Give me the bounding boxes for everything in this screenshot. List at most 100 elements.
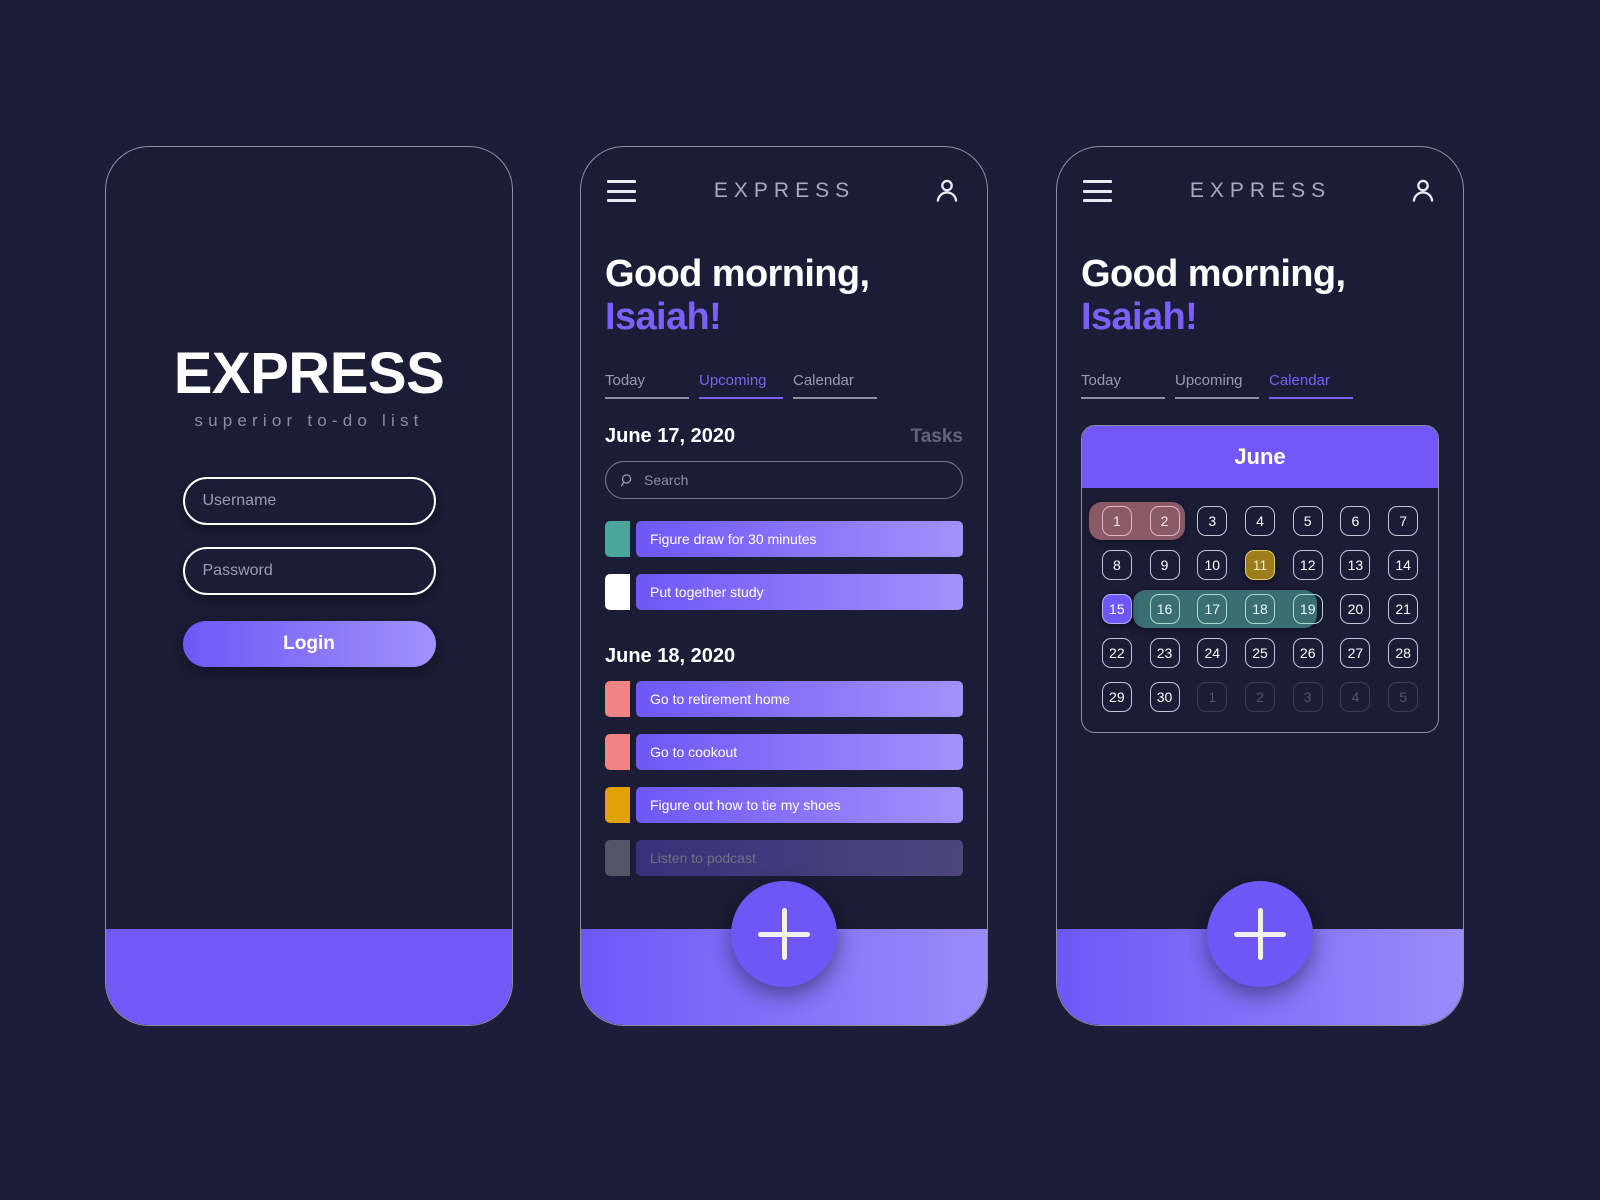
calendar-day-8[interactable]: 8 bbox=[1101, 550, 1132, 581]
tab-upcoming[interactable]: Upcoming bbox=[699, 372, 783, 400]
calendar-day-13[interactable]: 13 bbox=[1340, 550, 1371, 581]
calendar-day-27[interactable]: 27 bbox=[1340, 638, 1371, 669]
task-row[interactable]: Go to retirement home bbox=[605, 681, 963, 718]
greeting-line-1: Good morning, bbox=[1081, 253, 1346, 295]
task-color-tag bbox=[605, 787, 630, 824]
calendar-day-17[interactable]: 17 bbox=[1197, 594, 1228, 625]
upcoming-screen: EXPRESS Good morning, Isaiah! Today Upco… bbox=[581, 147, 987, 1025]
calendar-cell: 14 bbox=[1379, 550, 1427, 581]
calendar-day-1[interactable]: 1 bbox=[1197, 682, 1228, 713]
calendar-cell: 15 bbox=[1093, 594, 1141, 625]
search-box[interactable] bbox=[605, 461, 963, 500]
tab-upcoming[interactable]: Upcoming bbox=[1175, 372, 1259, 400]
calendar-day-6[interactable]: 6 bbox=[1340, 506, 1371, 537]
calendar-day-10[interactable]: 10 bbox=[1197, 550, 1228, 581]
calendar-day-15[interactable]: 15 bbox=[1101, 594, 1132, 625]
phone-upcoming-screen: EXPRESS Good morning, Isaiah! Today Upco… bbox=[580, 146, 988, 1026]
calendar-day-1[interactable]: 1 bbox=[1101, 506, 1132, 537]
calendar-day-2[interactable]: 2 bbox=[1149, 506, 1180, 537]
calendar-day-18[interactable]: 18 bbox=[1244, 594, 1275, 625]
calendar-card: June 1 2 3 4 5 6 7 8 9 10 11 12 13 14 15 16 17 18 19 20 21 22… bbox=[1081, 425, 1439, 734]
task-group-header: June 18, 2020 bbox=[605, 645, 963, 668]
calendar-day-5[interactable]: 5 bbox=[1388, 682, 1419, 713]
calendar-day-4[interactable]: 4 bbox=[1244, 506, 1275, 537]
calendar-cell: 12 bbox=[1284, 550, 1332, 581]
greeting-block: Good morning, Isaiah! bbox=[581, 253, 987, 338]
greeting-line-2: Isaiah! bbox=[1081, 295, 1198, 338]
calendar-day-9[interactable]: 9 bbox=[1149, 550, 1180, 581]
task-title: Figure out how to tie my shoes bbox=[636, 787, 963, 824]
calendar-day-12[interactable]: 12 bbox=[1292, 550, 1323, 581]
calendar-cell: 24 bbox=[1188, 638, 1236, 669]
task-color-tag bbox=[605, 840, 630, 877]
calendar-day-3[interactable]: 3 bbox=[1292, 682, 1323, 713]
calendar-day-24[interactable]: 24 bbox=[1197, 638, 1228, 669]
greeting-block: Good morning, Isaiah! bbox=[1057, 253, 1463, 338]
calendar-grid: 1 2 3 4 5 6 7 8 9 10 11 12 13 14 15 16 17 18 19 20 21 22 23 24 2… bbox=[1082, 488, 1438, 732]
calendar-day-25[interactable]: 25 bbox=[1244, 638, 1275, 669]
greeting-line-2: Isaiah! bbox=[605, 295, 722, 338]
plus-icon-vertical bbox=[1257, 908, 1263, 960]
calendar-day-26[interactable]: 26 bbox=[1292, 638, 1323, 669]
hamburger-icon[interactable] bbox=[1083, 180, 1112, 202]
calendar-day-5[interactable]: 5 bbox=[1292, 506, 1323, 537]
calendar-day-30[interactable]: 30 bbox=[1149, 682, 1180, 713]
calendar-day-19[interactable]: 19 bbox=[1292, 594, 1323, 625]
calendar-month-title: June bbox=[1082, 426, 1438, 489]
task-row[interactable]: Figure draw for 30 minutes bbox=[605, 521, 963, 558]
tab-today[interactable]: Today bbox=[605, 372, 689, 400]
add-task-fab[interactable] bbox=[731, 881, 837, 987]
greeting-line-1: Good morning, bbox=[605, 253, 870, 295]
calendar-cell: 23 bbox=[1141, 638, 1189, 669]
login-bottom-bar bbox=[106, 929, 512, 1025]
calendar-day-29[interactable]: 29 bbox=[1101, 682, 1132, 713]
login-form: EXPRESS superior to-do list Login bbox=[106, 147, 512, 929]
login-button[interactable]: Login bbox=[182, 621, 436, 667]
calendar-day-11[interactable]: 11 bbox=[1244, 550, 1275, 581]
calendar-day-22[interactable]: 22 bbox=[1101, 638, 1132, 669]
tab-calendar[interactable]: Calendar bbox=[793, 372, 877, 400]
phone-calendar-screen: EXPRESS Good morning, Isaiah! Today Upco… bbox=[1056, 146, 1464, 1026]
app-header: EXPRESS bbox=[581, 147, 987, 235]
calendar-day-16[interactable]: 16 bbox=[1149, 594, 1180, 625]
hamburger-icon[interactable] bbox=[607, 180, 636, 202]
person-icon[interactable] bbox=[1409, 177, 1437, 205]
calendar-cell: 3 bbox=[1284, 682, 1332, 713]
header-brand-title: EXPRESS bbox=[713, 179, 856, 202]
calendar-day-20[interactable]: 20 bbox=[1340, 594, 1371, 625]
calendar-day-4[interactable]: 4 bbox=[1340, 682, 1371, 713]
tab-calendar[interactable]: Calendar bbox=[1269, 372, 1353, 400]
username-input[interactable] bbox=[182, 477, 436, 525]
task-row[interactable]: Put together study bbox=[605, 574, 963, 611]
task-row[interactable]: Go to cookout bbox=[605, 734, 963, 771]
search-icon bbox=[620, 473, 632, 487]
calendar-cell: 10 bbox=[1188, 550, 1236, 581]
calendar-cell: 8 bbox=[1093, 550, 1141, 581]
calendar-day-2[interactable]: 2 bbox=[1244, 682, 1275, 713]
search-input[interactable] bbox=[644, 472, 948, 489]
calendar-cell: 2 bbox=[1141, 506, 1189, 537]
tab-today[interactable]: Today bbox=[1081, 372, 1165, 400]
calendar-day-14[interactable]: 14 bbox=[1388, 550, 1419, 581]
task-row[interactable]: Figure out how to tie my shoes bbox=[605, 787, 963, 824]
calendar-cell: 22 bbox=[1093, 638, 1141, 669]
add-task-fab[interactable] bbox=[1207, 881, 1313, 987]
calendar-cell: 4 bbox=[1236, 506, 1284, 537]
person-icon[interactable] bbox=[933, 177, 961, 205]
calendar-cell: 7 bbox=[1379, 506, 1427, 537]
calendar-screen: EXPRESS Good morning, Isaiah! Today Upco… bbox=[1057, 147, 1463, 1025]
calendar-day-3[interactable]: 3 bbox=[1197, 506, 1228, 537]
calendar-day-21[interactable]: 21 bbox=[1388, 594, 1419, 625]
calendar-day-7[interactable]: 7 bbox=[1388, 506, 1419, 537]
task-group-date: June 18, 2020 bbox=[605, 645, 736, 668]
password-input[interactable] bbox=[182, 547, 436, 595]
task-row[interactable]: Listen to podcast bbox=[605, 840, 963, 877]
task-title: Put together study bbox=[636, 574, 963, 611]
calendar-day-28[interactable]: 28 bbox=[1388, 638, 1419, 669]
header-brand-title: EXPRESS bbox=[1189, 179, 1332, 202]
calendar-cell: 17 bbox=[1188, 594, 1236, 625]
calendar-cell: 11 bbox=[1236, 550, 1284, 581]
calendar-day-23[interactable]: 23 bbox=[1149, 638, 1180, 669]
task-color-tag bbox=[605, 574, 630, 611]
